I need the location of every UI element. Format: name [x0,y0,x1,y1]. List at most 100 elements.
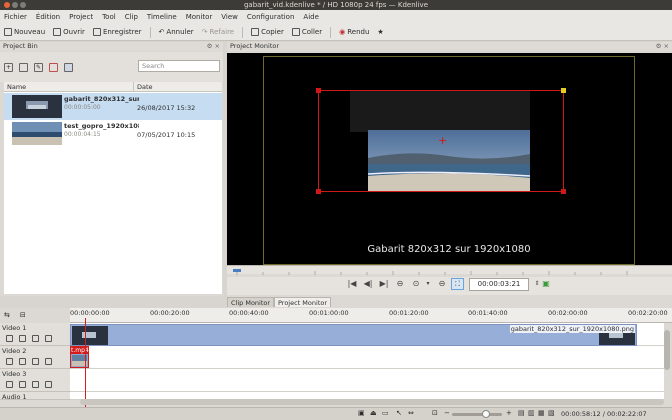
lock-icon[interactable] [6,381,13,388]
name-column-header[interactable]: Name [4,82,134,91]
film-icon[interactable] [32,358,39,365]
track-lane-video2[interactable] [70,346,664,369]
tab-clip-monitor[interactable]: Clip Monitor [227,297,275,307]
clip-date: 26/08/2017 15:32 [137,104,196,112]
save-icon [92,28,101,36]
timeline-playhead[interactable] [85,318,86,408]
pointer-mode-icon[interactable]: ↖ [396,409,402,417]
effects-icon[interactable] [45,358,52,365]
transform-rectangle[interactable]: + [316,88,566,194]
date-column-header[interactable]: Date [134,82,153,91]
time-tick: 00:00:00:00 [70,309,110,317]
list-item[interactable]: test_gopro_1920x108 00:00:04:15 07/05/20… [4,120,222,147]
spacer-tool-icon[interactable]: ▭ [382,409,389,417]
timeline-horizontal-scrollbar[interactable] [80,399,664,405]
snap-icon[interactable]: ▧ [548,409,555,417]
resize-handle[interactable] [561,189,566,194]
track-header-video3[interactable]: Video 3 [0,369,70,392]
tab-project-monitor[interactable]: Project Monitor [274,297,332,307]
audio-icon[interactable] [19,335,26,342]
center-crosshair-icon[interactable]: + [438,135,447,146]
track-config-icon[interactable]: ⇆ [4,311,10,319]
audio-icon[interactable] [19,358,26,365]
track-header-video1[interactable]: Video 1 [0,323,70,346]
effects-icon[interactable] [45,335,52,342]
list-item[interactable]: gabarit_820x312_sur_ 00:00:05:00 26/08/2… [4,93,222,120]
render-button[interactable]: ◉ Rendu [339,28,369,36]
menu-edition[interactable]: Édition [36,13,60,21]
zoom-slider-handle[interactable] [482,410,490,418]
play-icon[interactable]: ⊙ [411,279,421,289]
new-button[interactable]: Nouveau [4,28,45,36]
edit-clip-icon[interactable]: ✎ [34,62,43,72]
split-view-icon[interactable]: ▥ [528,409,535,417]
razor-tool-icon[interactable]: ⏏ [370,409,377,417]
add-folder-icon[interactable] [19,62,28,72]
next-frame-icon[interactable]: ▶| [379,279,389,289]
view-mode-icon[interactable] [64,62,73,72]
menu-tool[interactable]: Tool [102,13,116,21]
fullscreen-icon[interactable]: ⛶ [451,278,464,290]
select-tool-icon[interactable]: ▣ [358,409,365,417]
zoom-in-icon[interactable]: + [506,409,512,417]
redo-button[interactable]: ↷ Refaire [202,28,234,36]
menu-aide[interactable]: Aide [303,13,318,21]
zoom-slider[interactable] [452,413,502,416]
timeline-ruler[interactable]: 00:00:00:00 00:00:20:00 00:00:40:00 00:0… [70,308,672,323]
resize-handle[interactable] [561,88,566,93]
panel-controls-icon[interactable]: ⚙ × [656,42,669,51]
menu-configuration[interactable]: Configuration [247,13,294,21]
resize-handle[interactable] [316,189,321,194]
go-to-start-icon[interactable]: |◀ [347,279,357,289]
forward-icon[interactable]: ⊖ [437,279,447,289]
lock-icon[interactable] [6,335,13,342]
monitor-timecode-input[interactable]: 00:00:03:21 [469,278,529,291]
timeline-menu-icon[interactable]: ⊟ [20,311,26,319]
close-window-button[interactable] [4,2,10,8]
previous-frame-icon[interactable]: ◀| [363,279,373,289]
film-icon[interactable] [32,381,39,388]
menu-view[interactable]: View [221,13,238,21]
menu-project[interactable]: Project [69,13,93,21]
track-name: Video 3 [2,370,27,378]
monitor-menu-icon[interactable]: ▣ [541,279,551,289]
monitor-view-icon[interactable]: ▤ [518,409,525,417]
effects-icon[interactable] [45,381,52,388]
minimize-window-button[interactable] [12,2,18,8]
paste-button[interactable]: Coller [291,28,322,36]
track-header-video2[interactable]: Video 2 [0,346,70,369]
rewind-icon[interactable]: ⊖ [395,279,405,289]
panel-controls-icon[interactable]: ⚙ × [207,42,220,51]
track-lane-video3[interactable] [70,369,664,392]
menu-monitor[interactable]: Monitor [186,13,213,21]
undo-button[interactable]: ↶ Annuler [159,28,194,36]
time-tick: 00:01:00:00 [309,309,349,317]
audio-icon[interactable] [19,381,26,388]
timeline-clip-image[interactable]: gabarit_820x312_sur_1920x1080.png [70,324,637,346]
favorite-button[interactable]: ★ [377,28,383,36]
lock-icon[interactable] [6,358,13,365]
timeline-clip-video[interactable]: t.mp4 [70,346,89,368]
maximize-window-button[interactable] [20,2,26,8]
play-options-icon[interactable]: ▾ [423,279,433,289]
menu-timeline[interactable]: Timeline [147,13,177,21]
save-button[interactable]: Enregistrer [92,28,142,36]
copy-button[interactable]: Copier [251,28,284,36]
add-clip-icon[interactable]: + [4,62,13,72]
film-icon[interactable] [32,335,39,342]
zoom-out-icon[interactable]: − [444,409,450,417]
fit-zoom-icon[interactable]: ⊡ [432,409,438,417]
timeline-vertical-scrollbar[interactable] [664,330,670,370]
delete-clip-icon[interactable] [49,62,58,72]
menu-clip[interactable]: Clip [125,13,138,21]
menu-fichier[interactable]: Fichier [4,13,27,21]
time-tick: 00:01:40:00 [468,309,508,317]
open-button[interactable]: Ouvrir [53,28,85,36]
monitor-ruler[interactable] [227,265,672,275]
track-header-audio1[interactable]: Audio 1 [0,392,70,401]
resize-handle[interactable] [316,88,321,93]
audio-thumbs-icon[interactable]: ▦ [538,409,545,417]
time-tick: 00:00:20:00 [150,309,190,317]
bin-search-input[interactable]: Search [138,60,220,72]
ripple-icon[interactable]: ⇔ [408,409,414,417]
